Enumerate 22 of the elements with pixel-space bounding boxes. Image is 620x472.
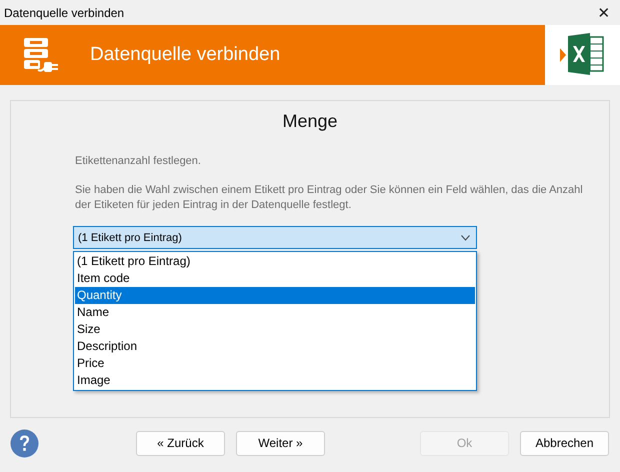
- database-plug-icon: [22, 36, 60, 74]
- dropdown-field[interactable]: (1 Etikett pro Eintrag): [73, 226, 477, 249]
- dropdown-option[interactable]: Name: [75, 304, 475, 321]
- banner-title: Datenquelle verbinden: [90, 44, 280, 66]
- window-title: Datenquelle verbinden: [4, 6, 124, 20]
- dropdown-option[interactable]: Image: [75, 372, 475, 389]
- close-button[interactable]: ✕: [588, 0, 620, 25]
- intro-text: Etikettenanzahl festlegen.: [75, 154, 202, 169]
- help-icon[interactable]: [10, 428, 39, 458]
- section-heading: Menge: [281, 111, 339, 132]
- spreadsheet-logo-icon: [560, 32, 606, 78]
- chevron-down-icon: [461, 234, 470, 240]
- dropdown-option[interactable]: Item code: [75, 270, 475, 287]
- dropdown-option[interactable]: Quantity: [75, 287, 475, 304]
- dropdown-option[interactable]: Description: [75, 338, 475, 355]
- dialog-button[interactable]: Abbrechen: [520, 430, 609, 456]
- dropdown-option[interactable]: (1 Etikett pro Eintrag): [75, 253, 475, 270]
- dropdown-option[interactable]: Price: [75, 355, 475, 372]
- dropdown-option[interactable]: Size: [75, 321, 475, 338]
- dialog-button[interactable]: « Zurück: [136, 430, 225, 456]
- dialog-button[interactable]: Weiter »: [236, 430, 325, 456]
- description-text: Sie haben die Wahl zwischen einem Etikett pro Eintrag oder Sie können ein Feld wählen, das die Anzahl der Etiketen für jeden Eintrag in der Datenquelle festlegt.: [75, 183, 584, 213]
